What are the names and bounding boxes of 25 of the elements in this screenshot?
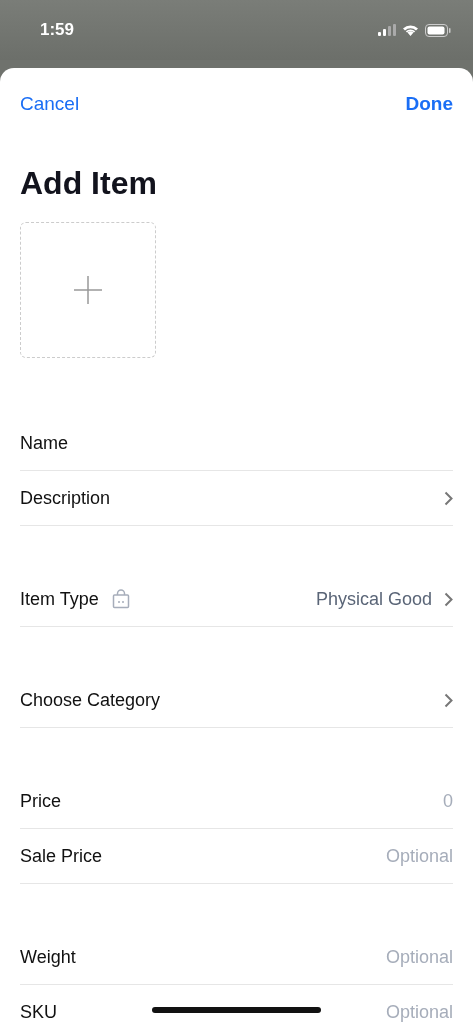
row-label: SKU <box>20 1001 57 1023</box>
status-time: 1:59 <box>40 20 75 40</box>
chevron-icon[interactable] <box>444 490 453 506</box>
input-field[interactable]: Optional <box>323 946 453 968</box>
plus-icon <box>73 275 103 305</box>
page-title: Add Item <box>20 164 158 202</box>
row-label: Sale Price <box>20 845 103 867</box>
chevron-icon[interactable] <box>444 591 453 607</box>
input-field[interactable]: 0 <box>323 790 453 812</box>
battery-icon <box>425 23 451 37</box>
cancel-button[interactable]: Cancel <box>20 91 80 117</box>
row-value: Physical Good <box>315 588 432 610</box>
bag-icon <box>110 589 131 609</box>
signal-icon <box>378 24 396 36</box>
row-label: Description <box>20 487 111 509</box>
row-label: Name <box>20 432 68 454</box>
wifi-icon <box>402 24 419 36</box>
input-field[interactable]: Optional <box>323 1001 453 1023</box>
row-label: Item Type <box>20 588 99 610</box>
row-label: Choose Category <box>20 689 161 711</box>
row-label: Price <box>20 790 61 812</box>
chevron-icon[interactable] <box>444 692 453 708</box>
done-button[interactable]: Done <box>405 91 453 117</box>
input-field[interactable]: Optional <box>323 845 453 867</box>
row-label: Weight <box>20 946 76 968</box>
